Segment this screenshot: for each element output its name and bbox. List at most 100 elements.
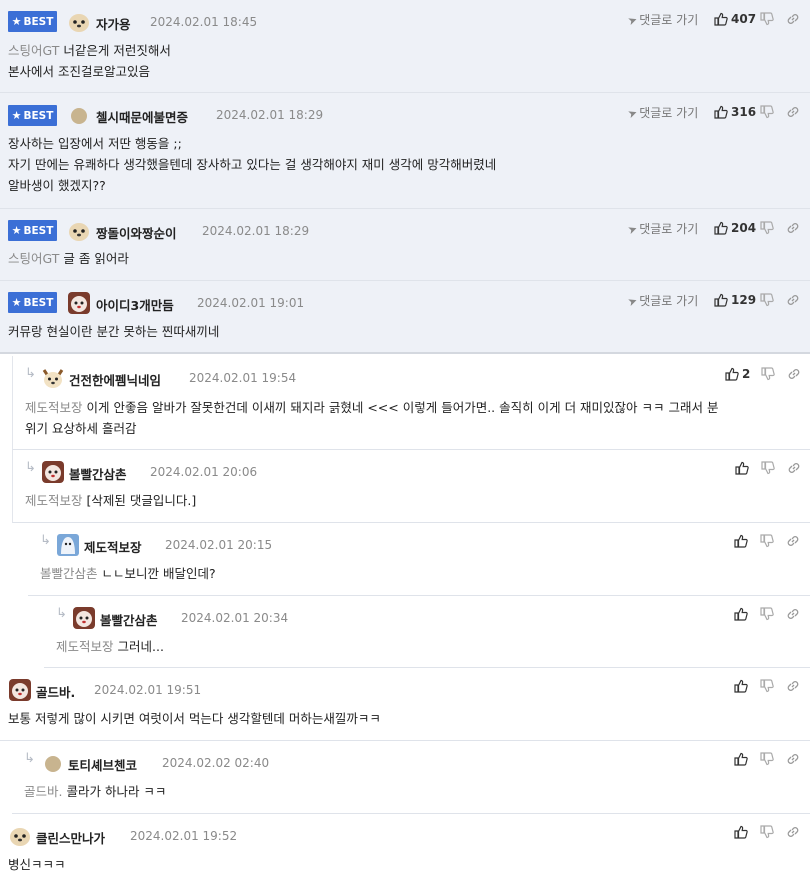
thumbs-down-icon[interactable] [761,367,775,381]
comment-date: 2024.02.01 19:01 [197,296,305,310]
avatar[interactable] [8,824,32,848]
thumbs-up-icon[interactable] [735,461,749,475]
comment-line: 제도적보장 이게 안좋음 알바가 잘못한건데 이새끼 돼지라 긁혔네 <<< 이렇… [25,400,719,415]
thumbs-down-icon[interactable] [760,752,774,766]
comment-author[interactable]: 클린스만나가 [36,828,105,847]
comment-line: 자기 딴에는 유쾌하다 생각했을텐데 장사하고 있다는 걸 생각해야지 재미 생… [8,157,497,172]
thumbs-up-icon[interactable] [734,752,748,766]
comment-item: 골드바. 2024.02.01 19:51 보통 저렇게 많이 시키면 여럿이서… [0,668,810,741]
reply-target[interactable]: 스팅어GT [8,251,59,266]
comment-body: 병신ㅋㅋㅋ [8,854,66,875]
comment-author[interactable]: 짱돌이와짱순이 [96,223,177,242]
comment-item: ↳ 제도적보장 2024.02.01 20:15 볼빨간삼촌 ㄴㄴ보니깐 배달인데… [28,523,810,596]
reply-target[interactable]: 제도적보장 [25,400,83,415]
thumbs-up-icon[interactable] [714,221,728,235]
thumbs-up-icon[interactable] [725,367,739,381]
link-icon[interactable] [786,221,800,235]
avatar[interactable] [70,107,88,125]
comment-body: 골드바. 콜라가 하나라 ㅋㅋ [24,781,166,802]
link-icon[interactable] [786,825,800,839]
best-badge: ★ BEST [8,292,57,313]
link-icon[interactable] [786,105,800,119]
thumbs-up-icon[interactable] [714,12,728,26]
comment-author[interactable]: 첼시때문에불면증 [96,107,188,126]
comment-author[interactable]: 자가용 [96,14,131,33]
avatar[interactable] [67,219,91,243]
comment-line: 볼빨간삼촌 ㄴㄴ보니깐 배달인데? [40,566,216,581]
comment-author[interactable]: 볼빨간삼촌 [69,464,127,483]
star-icon: ★ [11,15,22,28]
reply-link[interactable]: ➤댓글로 가기 [626,11,698,28]
thumbs-down-icon[interactable] [760,293,774,307]
thumbs-up-icon[interactable] [714,105,728,119]
best-badge: ★ BEST [8,220,57,241]
comment-line: 본사에서 조진걸로알고있음 [8,64,150,79]
comment-line: 제도적보장 그러네... [56,639,164,654]
reply-target[interactable]: 볼빨간삼촌 [40,566,98,581]
comment-line: 스팅어GT 너같은게 저런짓해서 [8,43,171,58]
link-icon[interactable] [786,752,800,766]
reply-link[interactable]: ➤댓글로 가기 [626,292,698,309]
comment-body: 장사하는 입장에서 저딴 행동을 ;; 자기 딴에는 유쾌하다 생각했을텐데 장… [8,133,496,196]
comment-line: 커뮤랑 현실이란 분간 못하는 찐따새끼네 [8,324,220,339]
reply-target[interactable]: 제도적보장 [25,493,83,508]
star-icon: ★ [11,224,22,237]
comment-item: ★ BEST 아이디3개만듬 2024.02.01 19:01 ➤댓글로 가기 1… [0,281,810,354]
comment-author[interactable]: 볼빨간삼촌 [100,610,158,629]
comment-author[interactable]: 아이디3개만듬 [96,295,174,314]
avatar[interactable] [41,366,65,390]
comment-author[interactable]: 건전한에펨닉네임 [69,370,161,389]
thumbs-down-icon[interactable] [760,105,774,119]
thumbs-up-icon[interactable] [734,679,748,693]
thumbs-down-icon[interactable] [760,607,774,621]
comment-author[interactable]: 제도적보장 [84,537,142,556]
reply-link[interactable]: ➤댓글로 가기 [626,104,698,121]
comment-author[interactable]: 토티셰브첸코 [68,755,137,774]
thumbs-down-icon[interactable] [760,12,774,26]
avatar[interactable] [67,10,91,34]
thumbs-down-icon[interactable] [760,679,774,693]
comment-item: ↳ 볼빨간삼촌 2024.02.01 20:06 제도적보장 [삭제된 댓글입니다… [12,450,810,523]
avatar[interactable] [44,755,62,773]
avatar[interactable] [72,606,96,630]
thumbs-up-icon[interactable] [734,825,748,839]
link-icon[interactable] [787,461,801,475]
best-badge: ★ BEST [8,105,57,126]
link-icon[interactable] [786,293,800,307]
thumbs-down-icon[interactable] [760,221,774,235]
like-count: 316 [731,105,757,119]
reply-target[interactable]: 스팅어GT [8,43,59,58]
comment-author[interactable]: 골드바. [36,682,75,701]
thumbs-up-icon[interactable] [734,534,748,548]
thumbs-down-icon[interactable] [760,534,774,548]
comment-date: 2024.02.01 18:45 [150,15,258,29]
comment-line: 위기 요상하세 흘러감 [25,421,137,436]
star-icon: ★ [11,109,22,122]
link-icon[interactable] [786,12,800,26]
comment-item: ★ BEST 자가용 2024.02.01 18:45 ➤댓글로 가기 407 스… [0,0,810,93]
reply-target[interactable]: 제도적보장 [56,639,114,654]
thumbs-up-icon[interactable] [734,607,748,621]
comment-line: 알바생이 했겠지?? [8,178,106,193]
reply-link[interactable]: ➤댓글로 가기 [626,220,698,237]
like-count: 129 [731,293,757,307]
star-icon: ★ [11,296,22,309]
avatar[interactable] [8,678,32,702]
comment-line: 제도적보장 [삭제된 댓글입니다.] [25,493,197,508]
link-icon[interactable] [787,367,801,381]
link-icon[interactable] [786,607,800,621]
thumbs-up-icon[interactable] [714,293,728,307]
reply-target[interactable]: 골드바. [24,784,62,799]
comment-body: 제도적보장 이게 안좋음 알바가 잘못한건데 이새끼 돼지라 긁혔네 <<< 이렇… [25,397,805,439]
comment-item: ↳ 토티셰브첸코 2024.02.02 02:40 골드바. 콜라가 하나라 ㅋㅋ [12,741,810,814]
thumbs-down-icon[interactable] [761,461,775,475]
avatar[interactable] [67,291,91,315]
avatar[interactable] [56,533,80,557]
link-icon[interactable] [786,534,800,548]
comment-item: ★ BEST 짱돌이와짱순이 2024.02.01 18:29 ➤댓글로 가기 2… [0,209,810,281]
comment-line: 골드바. 콜라가 하나라 ㅋㅋ [24,784,167,799]
avatar[interactable] [41,460,65,484]
link-icon[interactable] [786,679,800,693]
comment-date: 2024.02.01 19:51 [94,683,202,697]
thumbs-down-icon[interactable] [760,825,774,839]
